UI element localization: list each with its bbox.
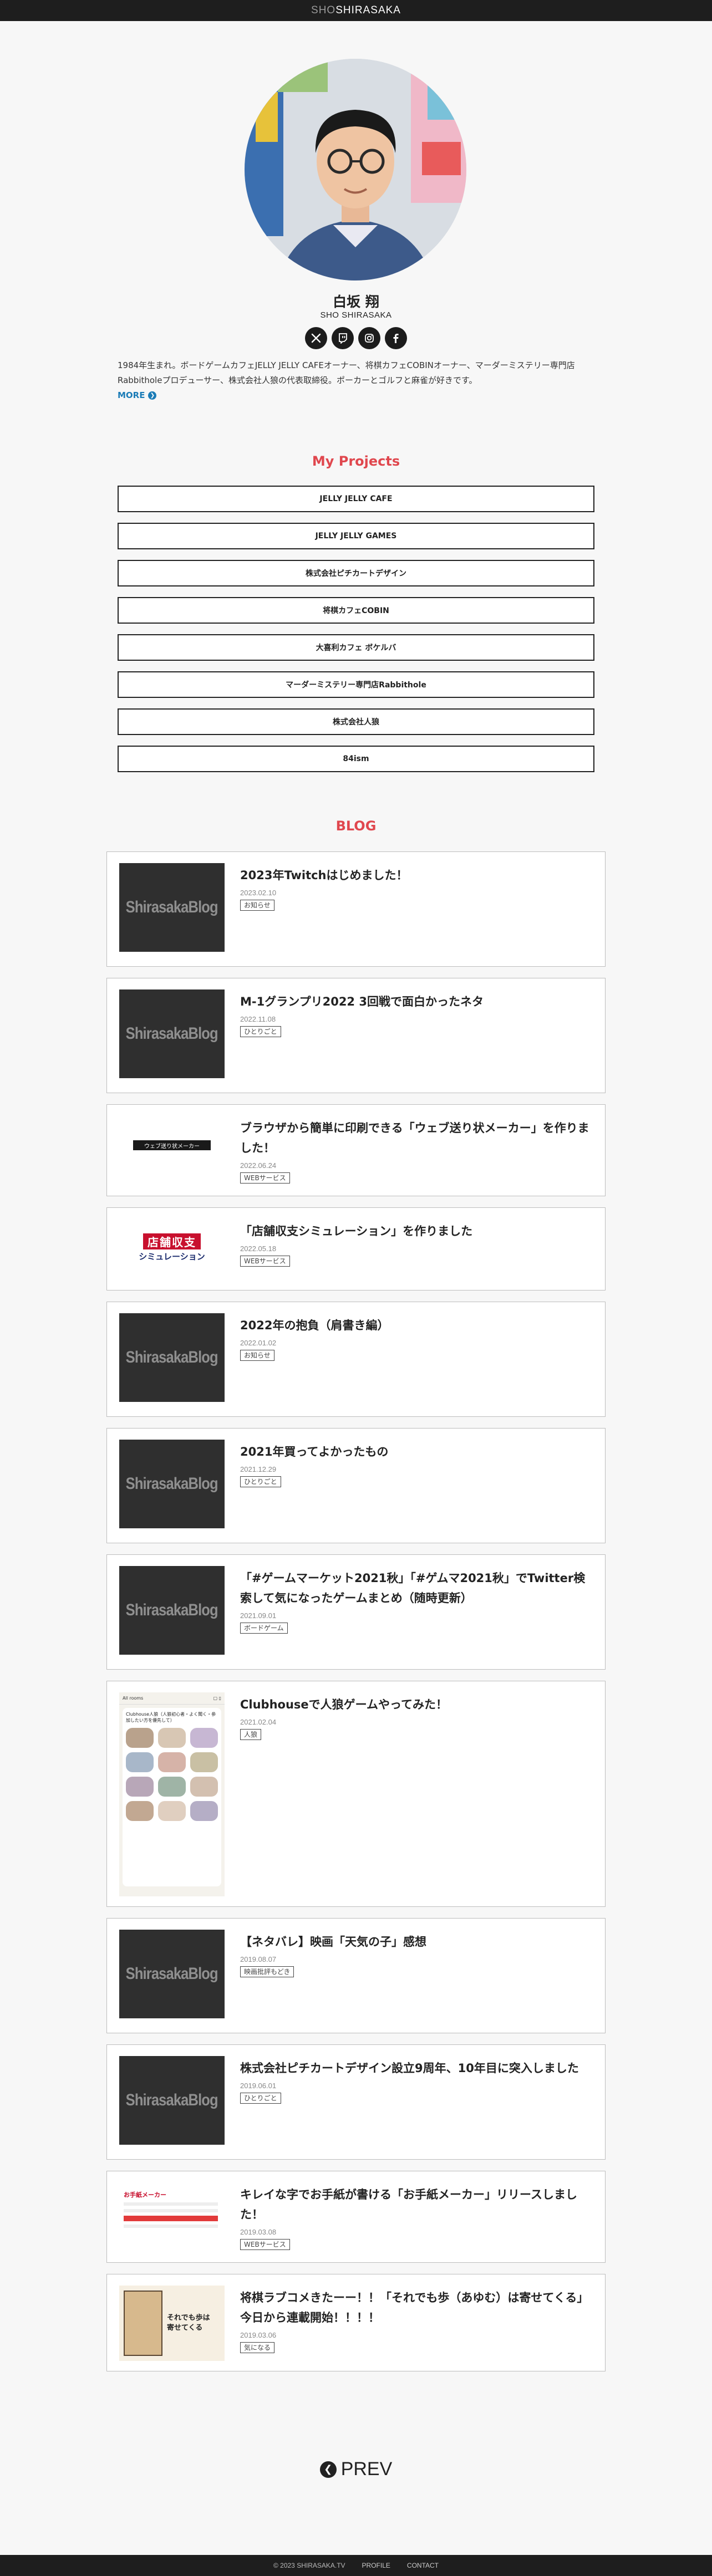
social-links [305,327,407,349]
blog-card[interactable]: それでも歩は寄せてくる 将棋ラブコメきたーー！！「それでも歩（あゆむ）は寄せてく… [106,2274,606,2371]
blog-title[interactable]: 【ネタバレ】映画「天気の子」感想 [240,1932,595,1952]
footer-link-profile[interactable]: PROFILE [362,2562,390,2569]
blog-title[interactable]: キレイな字でお手紙が書ける「お手紙メーカー」リリースしました！ [240,2185,595,2225]
blog-title[interactable]: 「店舗収支シミュレーション」を作りました [240,1221,595,1241]
blog-tag[interactable]: 人狼 [240,1729,262,1740]
profile-name-en: SHO SHIRASAKA [320,310,392,320]
instagram-icon[interactable] [358,327,380,349]
project-item[interactable]: JELLY JELLY GAMES [118,523,594,549]
projects-list: JELLY JELLY CAFE JELLY JELLY GAMES 株式会社ピ… [118,486,594,783]
x-icon[interactable] [305,327,327,349]
copyright: © 2023 SHIRASAKA.TV [273,2562,345,2569]
blog-date: 2019.06.01 [240,2082,277,2090]
blog-card[interactable]: ShirasakaBlog 【ネタバレ】映画「天気の子」感想 2019.08.0… [106,1918,606,2033]
project-item[interactable]: 株式会社ピチカートデザイン [118,560,594,586]
blog-thumbnail: お手紙メーカー [119,2186,225,2247]
blog-title[interactable]: 2023年Twitchはじめました！ [240,865,595,885]
blog-tag[interactable]: WEBサービス [240,1256,290,1267]
blog-thumbnail: ShirasakaBlog [119,1566,225,1655]
twitch-icon[interactable] [332,327,354,349]
blog-thumbnail: ShirasakaBlog [119,863,225,952]
blog-date: 2021.12.29 [240,1465,277,1473]
blog-card[interactable]: お手紙メーカー キレイな字でお手紙が書ける「お手紙メーカー」リリースしました！ … [106,2171,606,2263]
chevron-left-icon: ❮ [319,2461,337,2478]
blog-title[interactable]: 「#ゲームマーケット2021秋」「#ゲムマ2021秋」でTwitter検索して気… [240,1568,595,1608]
blog-card[interactable]: ShirasakaBlog M-1グランプリ2022 3回戦で面白かったネタ 2… [106,978,606,1093]
footer-link-contact[interactable]: CONTACT [407,2562,439,2569]
chevron-right-icon: ❯ [148,391,157,400]
blog-card[interactable]: 店舗収支 シミュレーション 「店舗収支シミュレーション」を作りました 2022.… [106,1207,606,1290]
profile-name: 白坂 翔 [333,294,379,310]
projects-heading: My Projects [312,453,400,469]
blog-title[interactable]: 将棋ラブコメきたーー！！「それでも歩（あゆむ）は寄せてくる」今日から連載開始！！… [240,2288,595,2328]
blog-card[interactable]: ShirasakaBlog 2021年買ってよかったもの 2021.12.29 … [106,1428,606,1543]
blog-card[interactable]: ShirasakaBlog 2022年の抱負（肩書き編） 2022.01.02 … [106,1302,606,1417]
blog-thumbnail: ウェブ送り状メーカー [119,1127,225,1164]
blog-date: 2023.02.10 [240,889,277,897]
blog-card[interactable]: ShirasakaBlog 2023年Twitchはじめました！ 2023.02… [106,851,606,967]
profile-bio: 1984年生まれ。ボードゲームカフェJELLY JELLY CAFEオーナー、将… [118,360,575,385]
blog-thumbnail: ShirasakaBlog [119,2056,225,2145]
blog-card[interactable]: ウェブ送り状メーカー ブラウザから簡単に印刷できる「ウェブ送り状メーカー」を作り… [106,1104,606,1196]
blog-date: 2022.11.08 [240,1015,276,1023]
more-link[interactable]: MORE ❯ [118,390,157,400]
blog-tag[interactable]: お知らせ [240,900,274,911]
blog-tag[interactable]: ひとりごと [240,1026,281,1037]
blog-tag[interactable]: ひとりごと [240,1476,281,1487]
blog-date: 2022.06.24 [240,1161,277,1170]
blog-thumbnail: ShirasakaBlog [119,1440,225,1528]
blog-title[interactable]: M-1グランプリ2022 3回戦で面白かったネタ [240,992,595,1012]
top-bar: SHOSHIRASAKA [0,0,712,21]
prev-page-button[interactable]: ❮ PREV [0,2458,712,2480]
blog-title[interactable]: 2021年買ってよかったもの [240,1442,595,1462]
blog-title[interactable]: 2022年の抱負（肩書き編） [240,1315,595,1335]
blog-title[interactable]: 株式会社ピチカートデザイン設立9周年、10年目に突入しました [240,2058,595,2078]
blog-tag[interactable]: ボードゲーム [240,1623,288,1634]
blog-card[interactable]: ShirasakaBlog 「#ゲームマーケット2021秋」「#ゲムマ2021秋… [106,1554,606,1670]
blog-date: 2021.09.01 [240,1611,277,1620]
blog-date: 2021.02.04 [240,1718,277,1726]
blog-tag[interactable]: WEBサービス [240,1172,290,1184]
blog-heading: BLOG [335,818,377,834]
project-item[interactable]: 将棋カフェCOBIN [118,597,594,624]
project-item[interactable]: 84ism [118,746,594,772]
blog-thumbnail: ShirasakaBlog [119,1930,225,2018]
blog-date: 2022.01.02 [240,1339,277,1347]
blog-thumbnail: ShirasakaBlog [119,989,225,1078]
blog-thumbnail: ShirasakaBlog [119,1313,225,1402]
project-item[interactable]: 株式会社人狼 [118,708,594,735]
blog-date: 2019.03.06 [240,2331,277,2339]
blog-date: 2019.03.08 [240,2228,277,2236]
blog-tag[interactable]: 気になる [240,2342,275,2353]
project-item[interactable]: マーダーミステリー専門店Rabbithole [118,671,594,698]
blog-thumbnail: 店舗収支 シミュレーション [119,1228,225,1268]
blog-card[interactable]: ShirasakaBlog 株式会社ピチカートデザイン設立9周年、10年目に突入… [106,2044,606,2160]
blog-title[interactable]: ブラウザから簡単に印刷できる「ウェブ送り状メーカー」を作りました！ [240,1118,595,1158]
avatar [245,59,466,280]
blog-tag[interactable]: ひとりごと [240,2093,281,2104]
footer: © 2023 SHIRASAKA.TV PROFILE CONTACT [0,2555,712,2576]
blog-date: 2022.05.18 [240,1244,277,1253]
blog-tag[interactable]: WEBサービス [240,2239,290,2250]
blog-thumbnail: All rooms ▢ ▯ Clubhouse人狼（人狼初心者・よく聞く・参加した… [119,1692,225,1896]
blog-card[interactable]: All rooms ▢ ▯ Clubhouse人狼（人狼初心者・よく聞く・参加した… [106,1681,606,1907]
project-item[interactable]: JELLY JELLY CAFE [118,486,594,512]
blog-title[interactable]: Clubhouseで人狼ゲームやってみた！ [240,1695,595,1715]
facebook-icon[interactable] [385,327,407,349]
blog-tag[interactable]: お知らせ [240,1350,274,1361]
project-item[interactable]: 大喜利カフェ ボケルバ [118,634,594,661]
site-logo[interactable]: SHOSHIRASAKA [311,4,401,17]
blog-date: 2019.08.07 [240,1955,277,1963]
blog-tag[interactable]: 映画批評もどき [240,1966,294,1977]
blog-thumbnail: それでも歩は寄せてくる [119,2286,225,2361]
